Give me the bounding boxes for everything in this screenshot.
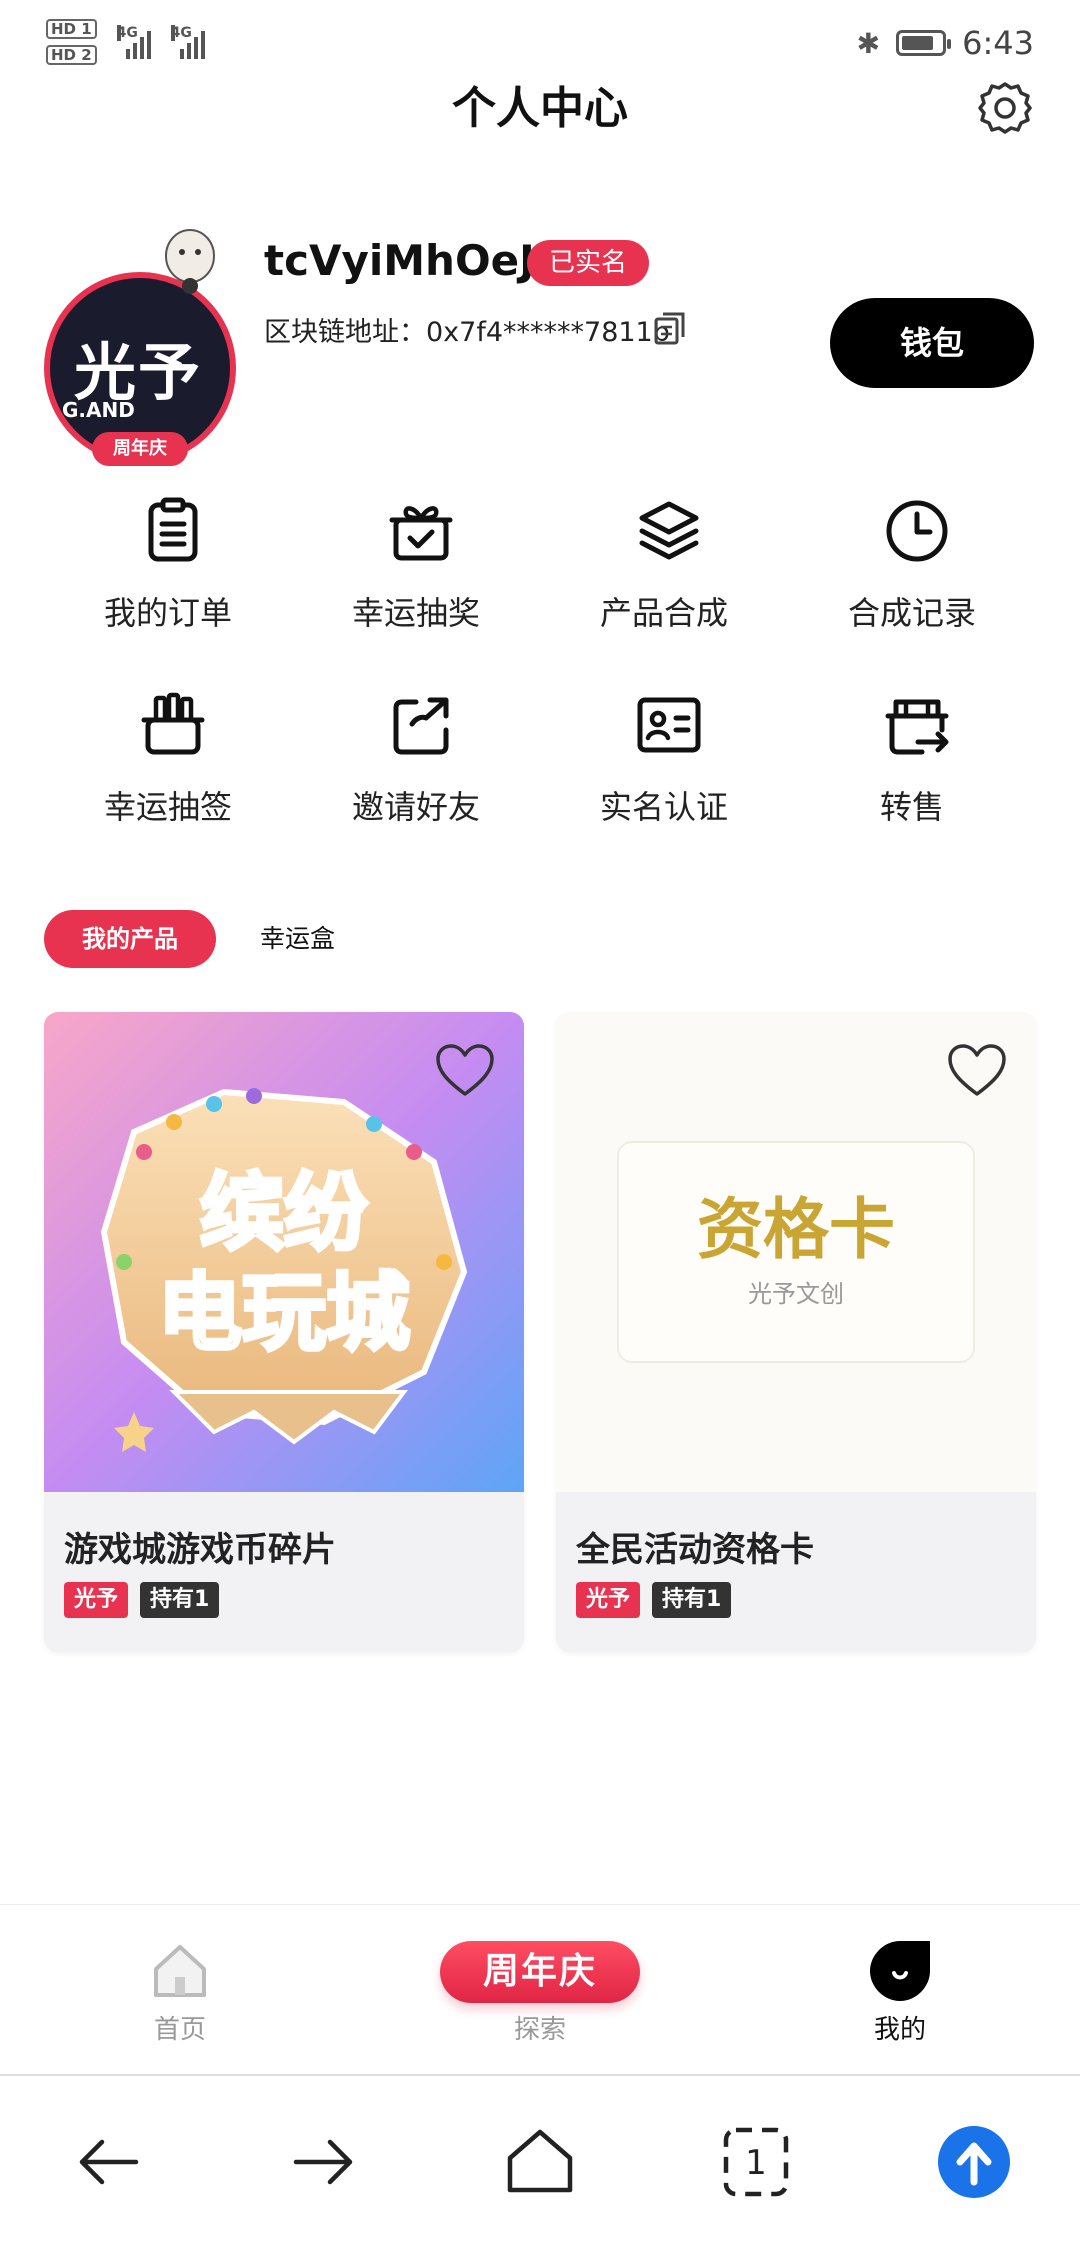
id-card-icon — [637, 697, 701, 753]
back-arrow-icon[interactable] — [68, 2122, 148, 2202]
product-image-text-top: 缤纷 — [200, 1164, 368, 1262]
nav-home[interactable]: 首页 — [90, 1905, 270, 2075]
order-icon — [148, 497, 198, 562]
scroll-top-icon[interactable] — [934, 2122, 1014, 2202]
avatar-logo-sub: G.AND — [62, 398, 135, 422]
product-image-sub: 光予文创 — [748, 1280, 844, 1308]
menu-item-synthesis[interactable]: 产品合成 — [540, 496, 788, 636]
signal-icon: 4G — [116, 25, 151, 59]
tab-my-products[interactable]: 我的产品 — [44, 910, 216, 968]
gear-icon — [978, 82, 1032, 134]
bluetooth-icon: ✱ — [856, 26, 881, 60]
menu-label: 幸运抽奖 — [351, 594, 480, 632]
product-image-text: 资格卡 — [697, 1191, 895, 1268]
menu-item-resale[interactable]: 转售 — [788, 690, 1036, 830]
anniversary-badge: 周年庆 — [440, 1941, 640, 2003]
product-title: 游戏城游戏币碎片 — [64, 1530, 336, 1570]
menu-label: 合成记录 — [847, 594, 976, 632]
battery-icon — [896, 30, 952, 56]
menu-label: 产品合成 — [599, 594, 728, 632]
tabs-count-icon[interactable]: 1 — [716, 2122, 796, 2202]
verified-badge: 已实名 — [527, 240, 650, 286]
nav-mine[interactable]: 我的 — [810, 1905, 990, 2075]
product-card[interactable]: 资格卡 光予文创 全民活动资格卡 光予 持有1 — [556, 1012, 1036, 1652]
holding-tag: 持有1 — [140, 1582, 220, 1618]
net2-label: 4G — [170, 25, 192, 41]
menu-item-real-name[interactable]: 实名认证 — [540, 690, 788, 830]
nav-home-label: 首页 — [153, 2015, 206, 2045]
sim1-label: HD 1 — [46, 19, 97, 39]
clock-time: 6:43 — [962, 24, 1034, 62]
menu-label: 邀请好友 — [351, 788, 480, 826]
home-page-icon[interactable] — [500, 2122, 580, 2202]
product-title: 全民活动资格卡 — [576, 1530, 814, 1570]
forward-arrow-icon[interactable] — [284, 2122, 364, 2202]
tab-lucky-box[interactable]: 幸运盒 — [260, 910, 335, 968]
menu-label: 我的订单 — [103, 594, 232, 632]
mine-icon — [870, 1941, 930, 2001]
svg-text:1: 1 — [745, 2143, 767, 2183]
menu-label: 实名认证 — [599, 788, 728, 826]
nav-mine-label: 我的 — [873, 2015, 926, 2045]
menu-item-synthesis-record[interactable]: 合成记录 — [788, 496, 1036, 636]
heart-icon[interactable] — [946, 1042, 1008, 1098]
browser-toolbar: 1 — [0, 2074, 1080, 2246]
menu-item-orders[interactable]: 我的订单 — [44, 496, 292, 636]
wallet-button[interactable]: 钱包 — [830, 298, 1034, 388]
menu-label: 幸运抽签 — [103, 788, 232, 826]
system-indicators: ✱ 6:43 — [857, 18, 1034, 68]
product-image-text-bottom: 电玩城 — [158, 1264, 410, 1362]
holding-tag: 持有1 — [652, 1582, 732, 1618]
gift-icon — [389, 506, 453, 561]
lottery-icon — [141, 692, 205, 755]
menu-item-invite[interactable]: 邀请好友 — [292, 690, 540, 830]
heart-icon[interactable] — [434, 1042, 496, 1098]
share-icon — [393, 697, 449, 755]
clock-icon — [886, 500, 948, 562]
username: tcVyiMhOeJ — [264, 236, 535, 285]
network-indicators: HD 1 HD 2 4G 4G — [46, 14, 205, 70]
resale-icon — [885, 699, 949, 755]
brand-tag: 光予 — [576, 1582, 641, 1618]
avatar-ribbon: 周年庆 — [92, 432, 188, 466]
product-card[interactable]: 缤纷 电玩城 游戏城游戏币碎片 光予 持有1 — [44, 1012, 524, 1652]
status-bar: HD 1 HD 2 4G 4G ✱ 6:43 — [0, 0, 1080, 80]
layers-icon — [639, 501, 699, 560]
settings-button[interactable] — [975, 78, 1035, 138]
mascot-icon — [165, 229, 215, 294]
chain-address-value: 0x7f4******7811b — [426, 317, 670, 348]
sim2-label: HD 2 — [46, 45, 97, 65]
bottom-nav: 首页 周年庆 探索 我的 — [0, 1904, 1080, 2075]
chain-address: 区块链地址：0x7f4******7811b — [264, 310, 670, 349]
menu-item-lottery[interactable]: 幸运抽签 — [44, 690, 292, 830]
net1-label: 4G — [116, 25, 138, 41]
copy-icon[interactable] — [652, 310, 688, 346]
menu-label: 转售 — [879, 788, 944, 826]
menu-item-lucky-draw[interactable]: 幸运抽奖 — [292, 496, 540, 636]
page-title: 个人中心 — [452, 83, 628, 134]
brand-tag: 光予 — [64, 1582, 129, 1618]
nav-explore-label: 探索 — [513, 2015, 566, 2045]
home-icon — [154, 1945, 206, 1997]
signal-icon-2: 4G — [170, 25, 205, 59]
chain-address-label: 区块链地址： — [264, 317, 426, 348]
